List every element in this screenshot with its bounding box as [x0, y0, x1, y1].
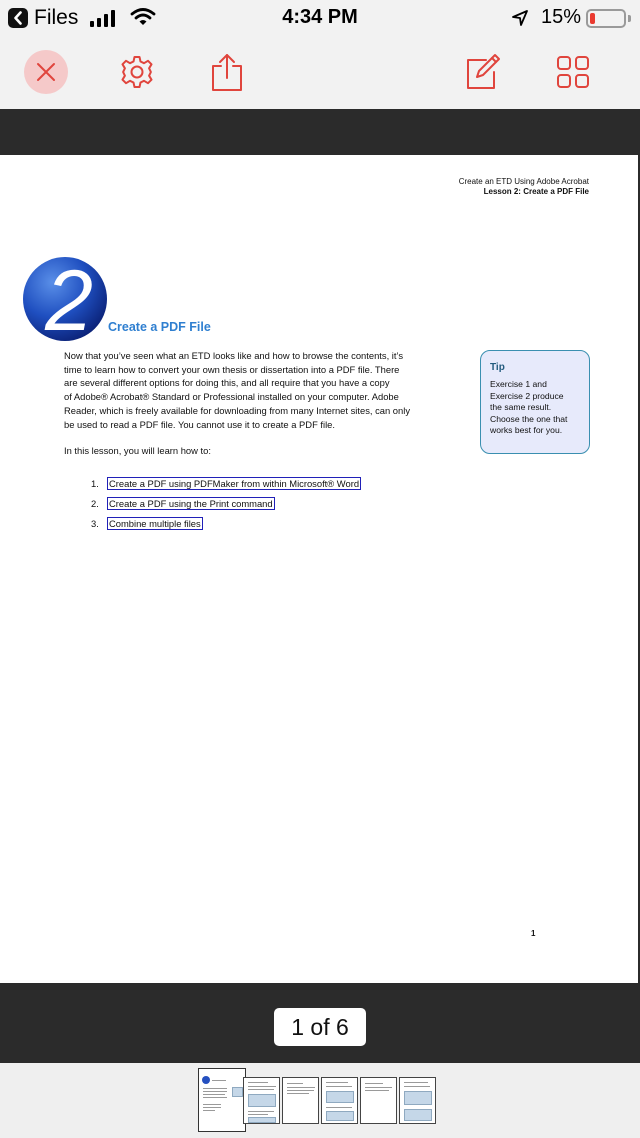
- tip-line: works best for you.: [490, 425, 563, 435]
- lesson-number: 2: [44, 256, 93, 342]
- close-button[interactable]: [24, 50, 68, 94]
- toolbar: [0, 36, 640, 109]
- step-number: 2.: [91, 497, 99, 509]
- list-item: 2. Create a PDF using the Print command: [91, 493, 361, 513]
- tip-heading: Tip: [490, 362, 505, 373]
- header-line-2: Lesson 2: Create a PDF File: [483, 187, 589, 196]
- intro-line: Reader, which is freely available for do…: [64, 404, 411, 416]
- tip-line: the same result.: [490, 402, 552, 412]
- share-button[interactable]: [205, 50, 249, 94]
- intro-line: be used to read a PDF file. You cannot u…: [64, 418, 335, 430]
- battery-nub: [628, 15, 631, 22]
- intro-line: time to learn how to convert your own th…: [64, 363, 400, 375]
- tip-line: Choose the one that: [490, 413, 568, 424]
- gear-icon: [121, 56, 153, 88]
- thumbnail-page-1[interactable]: [198, 1068, 246, 1132]
- thumbnail-page-4[interactable]: [321, 1077, 358, 1124]
- battery-level-fill: [590, 13, 595, 24]
- tip-box: Tip Exercise 1 and Exercise 2 produce th…: [480, 350, 590, 454]
- thumbnail-page-6[interactable]: [399, 1077, 436, 1124]
- settings-button[interactable]: [115, 50, 159, 94]
- thumbnail-strip: [0, 1063, 640, 1138]
- page-number: 1: [531, 929, 536, 938]
- list-item: 3. Combine multiple files: [91, 514, 361, 534]
- status-bar: Files 4:34 PM 15%: [0, 0, 640, 36]
- share-icon: [212, 54, 242, 91]
- intro-paragraph: Now that you’ve seen what an ETD looks l…: [64, 349, 456, 431]
- step-link[interactable]: Combine multiple files: [107, 517, 203, 531]
- lesson-number-badge: 2: [23, 256, 107, 342]
- thumbnail-grid-button[interactable]: [551, 50, 595, 94]
- battery-percent: 15%: [541, 6, 582, 28]
- thumbnail-page-2[interactable]: [243, 1077, 280, 1124]
- list-item: 1. Create a PDF using PDFMaker from with…: [91, 473, 362, 493]
- tip-body: Exercise 1 and Exercise 2 produce the sa…: [490, 379, 580, 437]
- pdf-viewer: Files 4:34 PM 15% Create an ETD Using Ad…: [0, 0, 640, 1138]
- close-icon: [37, 63, 55, 81]
- intro-line: are several different options for doing …: [64, 377, 390, 389]
- step-link[interactable]: Create a PDF using the Print command: [107, 496, 275, 510]
- learn-intro: In this lesson, you will learn how to:: [64, 445, 211, 456]
- step-number: 3.: [91, 518, 99, 530]
- intro-line: Now that you’ve seen what an ETD looks l…: [64, 350, 404, 361]
- viewer-background: [0, 109, 640, 155]
- step-number: 1.: [91, 477, 99, 489]
- step-link[interactable]: Create a PDF using PDFMaker from within …: [107, 476, 362, 490]
- page-indicator: 1 of 6: [274, 1008, 366, 1046]
- intro-line: of Adobe® Acrobat® Standard or Professio…: [64, 391, 399, 403]
- battery-icon: [586, 9, 626, 28]
- lesson-title: Create a PDF File: [108, 320, 211, 334]
- tip-line: Exercise 1 and: [490, 379, 547, 389]
- pdf-page[interactable]: Create an ETD Using Adobe Acrobat Lesson…: [0, 155, 638, 983]
- location-arrow-icon: [511, 9, 529, 32]
- thumbnail-page-5[interactable]: [360, 1077, 397, 1124]
- grid-icon: [557, 56, 589, 88]
- thumbnail-page-3[interactable]: [282, 1077, 319, 1124]
- header-line-1: Create an ETD Using Adobe Acrobat: [458, 177, 589, 186]
- edit-button[interactable]: [460, 50, 504, 94]
- edit-pencil-icon: [467, 54, 500, 89]
- lesson-steps-list: 1. Create a PDF using PDFMaker from with…: [91, 473, 362, 534]
- running-header: Create an ETD Using Adobe Acrobat Lesson…: [459, 177, 589, 197]
- tip-line: Exercise 2 produce: [490, 390, 564, 401]
